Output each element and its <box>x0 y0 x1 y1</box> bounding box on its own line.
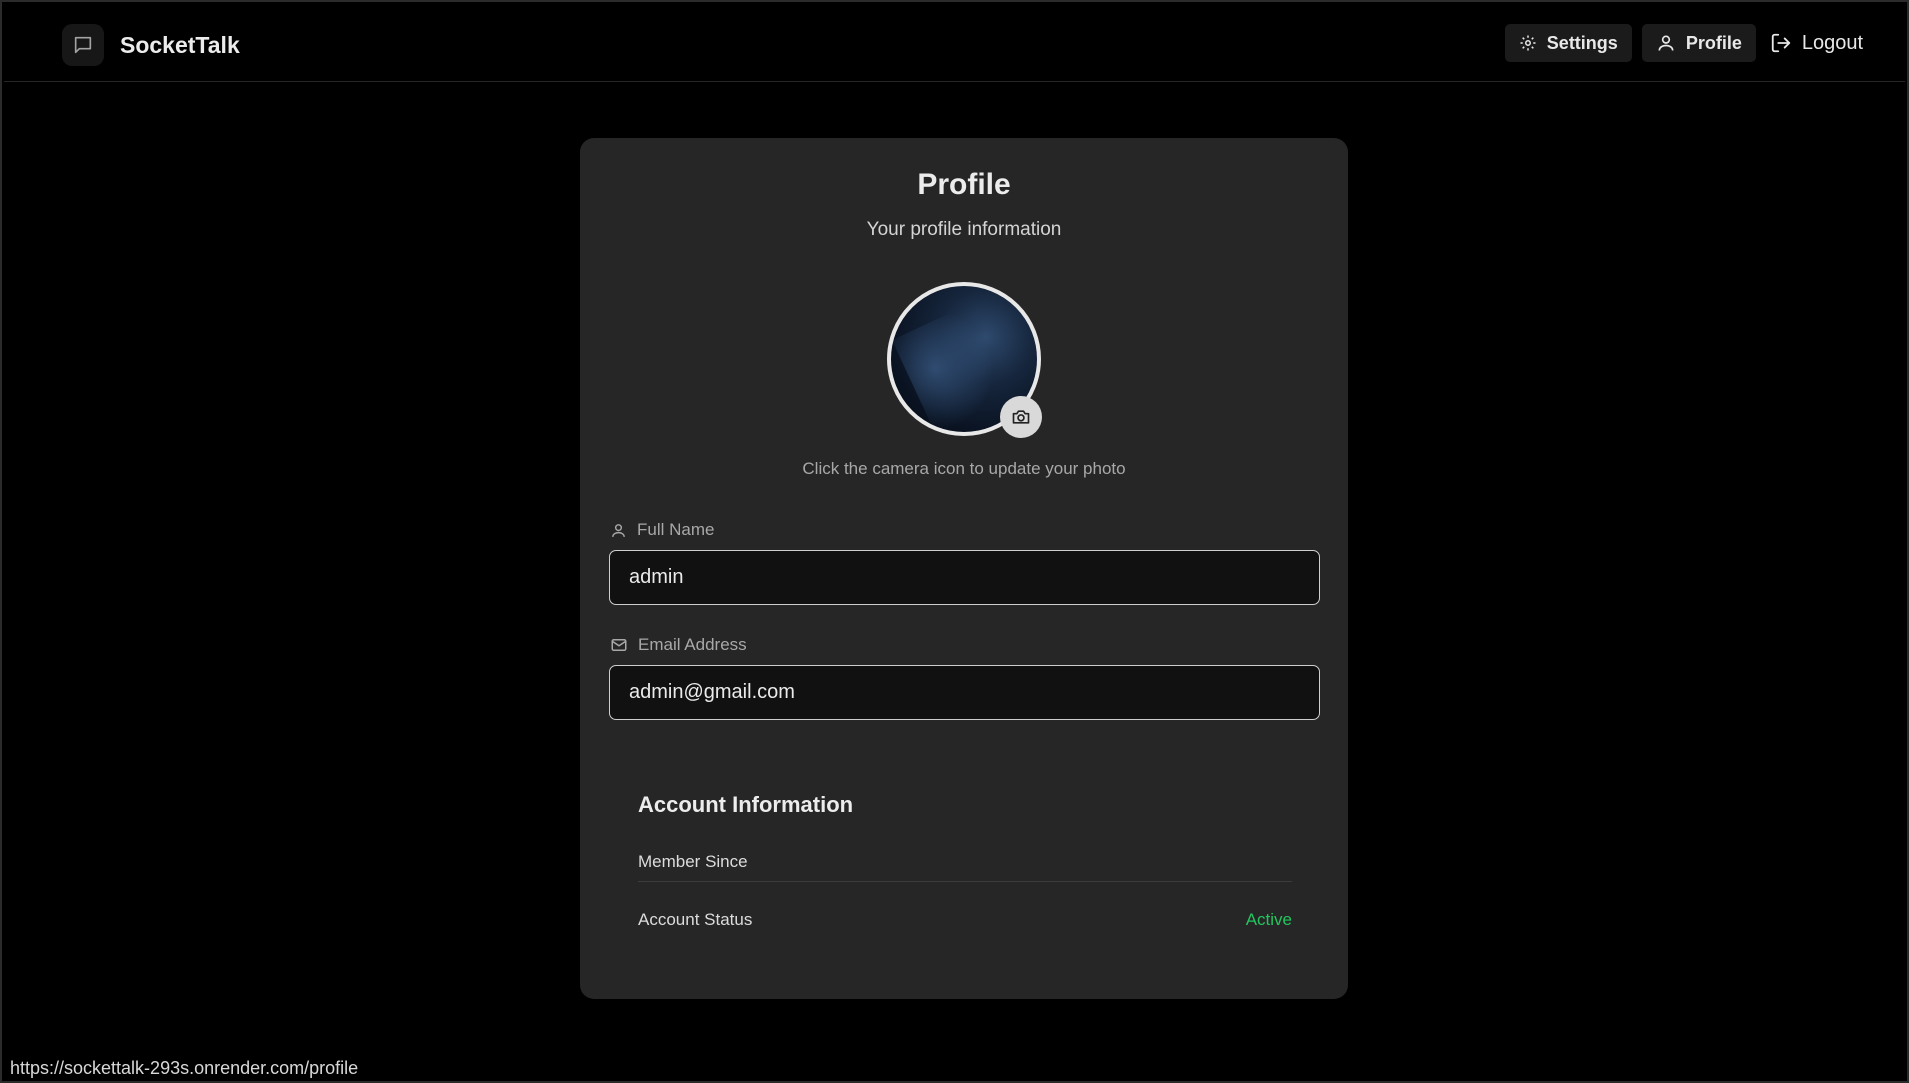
full-name-value: admin <box>629 566 684 588</box>
full-name-label-text: Full Name <box>637 520 715 539</box>
logout-button[interactable]: Logout <box>1766 24 1867 62</box>
photo-hint: Click the camera icon to update your pho… <box>802 459 1126 478</box>
nav-actions: Settings Profile Logout <box>1504 24 1867 62</box>
camera-icon <box>1012 410 1030 424</box>
account-status-row: Account Status Active <box>638 910 1292 930</box>
email-value: admin@gmail.com <box>629 681 795 703</box>
profile-label: Profile <box>1685 32 1742 53</box>
status-badge: Active <box>1245 910 1292 929</box>
full-name-label: Full Name <box>610 520 714 540</box>
settings-button[interactable]: Settings <box>1504 24 1632 62</box>
email-label-text: Email Address <box>638 635 747 654</box>
divider <box>638 881 1292 882</box>
user-icon <box>612 523 625 537</box>
camera-button[interactable] <box>1000 396 1042 438</box>
member-since-row: Member Since <box>638 852 1292 872</box>
app-window: SocketTalk Settings Profile Logout Profi… <box>0 0 1909 1083</box>
chat-bubble-icon <box>62 24 104 66</box>
member-since-label: Member Since <box>638 852 748 871</box>
logout-label: Logout <box>1801 31 1863 54</box>
email-label: Email Address <box>610 635 747 655</box>
user-icon <box>1658 35 1674 51</box>
page-subtitle: Your profile information <box>866 219 1062 240</box>
account-info-title: Account Information <box>638 792 854 817</box>
settings-label: Settings <box>1546 32 1618 53</box>
gear-icon <box>1520 35 1536 51</box>
mail-icon <box>611 639 627 651</box>
page-title: Profile <box>917 168 1011 201</box>
profile-button[interactable]: Profile <box>1641 24 1756 62</box>
email-field[interactable]: admin@gmail.com <box>609 665 1320 720</box>
logout-icon <box>1771 33 1790 53</box>
full-name-field[interactable]: admin <box>609 550 1320 605</box>
browser-status-url: https://sockettalk-293s.onrender.com/pro… <box>10 1058 359 1078</box>
app-name: SocketTalk <box>120 31 240 58</box>
account-status-label: Account Status <box>638 910 753 929</box>
profile-card: Profile Your profile information Click t… <box>580 138 1348 999</box>
brand[interactable]: SocketTalk <box>62 24 240 66</box>
navbar: SocketTalk Settings Profile Logout <box>4 4 1905 82</box>
